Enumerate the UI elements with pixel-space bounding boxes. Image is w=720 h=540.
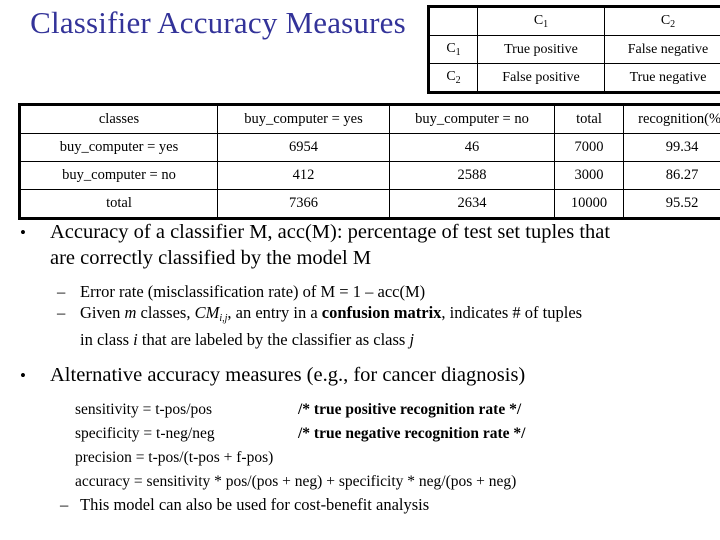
math-var-m: m xyxy=(124,303,137,322)
sub-bullet-text-part-c: , an entry in a xyxy=(227,303,322,322)
formula-expression: accuracy = sensitivity * pos/(pos + neg)… xyxy=(75,472,517,490)
sub-bullet-cost-benefit: – This model can also be used for cost-b… xyxy=(0,494,720,515)
formula-specificity: specificity = t-neg/neg /* true negative… xyxy=(0,422,720,446)
dash-marker-icon: – xyxy=(60,494,69,514)
formula-accuracy: accuracy = sensitivity * pos/(pos + neg)… xyxy=(0,470,720,494)
cell-value: 6954 xyxy=(217,133,390,162)
cm-cell-false-positive: False positive xyxy=(477,63,605,93)
cm-cell-false-negative: False negative xyxy=(604,35,720,64)
formula-sensitivity: sensitivity = t-pos/pos /* true positive… xyxy=(0,398,720,422)
cm-row-header-c2: C2 xyxy=(428,63,478,93)
cell-value: 412 xyxy=(217,161,390,190)
cell-value: 7366 xyxy=(217,189,390,219)
dash-marker-icon: – xyxy=(57,303,66,322)
cm-cell-true-negative: True negative xyxy=(604,63,720,93)
sub-bullet-confusion-matrix: – Given m classes, CMi,j, an entry in a … xyxy=(0,302,720,329)
formula-precision: precision = t-pos/(t-pos + f-pos) xyxy=(0,446,720,470)
cell-value: 2634 xyxy=(389,189,555,219)
cell-value: 95.52 xyxy=(623,189,720,219)
sub-bullet-text-part-d: , indicates # of tuples xyxy=(441,303,583,322)
formula-comment: /* true positive recognition rate */ xyxy=(298,400,522,418)
math-var-j: j xyxy=(409,329,415,349)
table-row: C1 True positive False negative xyxy=(428,35,720,64)
slide-body: • Accuracy of a classifier M, acc(M): pe… xyxy=(0,220,720,515)
cm-col-header-c2: C2 xyxy=(604,6,720,36)
bullet-accuracy-definition: • Accuracy of a classifier M, acc(M): pe… xyxy=(0,220,720,245)
cell-value: 99.34 xyxy=(623,133,720,162)
bullet-accuracy-definition-cont: are correctly classified by the model M xyxy=(0,246,720,271)
formula-expression: precision = t-pos/(t-pos + f-pos) xyxy=(75,448,274,466)
col-header-recognition: recognition(%) xyxy=(623,104,720,134)
accuracy-results-table: classes buy_computer = yes buy_computer … xyxy=(18,103,720,220)
formula-comment: /* true negative recognition rate */ xyxy=(298,424,526,442)
cell-row-label: buy_computer = yes xyxy=(19,133,218,162)
col-header-total: total xyxy=(554,104,624,134)
bullet-alternative-measures: • Alternative accuracy measures (e.g., f… xyxy=(0,363,720,388)
bullet-marker-icon: • xyxy=(20,365,26,385)
table-row: total 7366 2634 10000 95.52 xyxy=(19,189,720,219)
bullet-text-line-1: Accuracy of a classifier M, acc(M): perc… xyxy=(50,221,611,243)
confusion-matrix-table: C1 C2 C1 True positive False negative C2… xyxy=(427,5,720,94)
formula-expression: sensitivity = t-pos/pos xyxy=(75,400,213,418)
sub-bullet-text-part-e: in class xyxy=(80,329,134,349)
emphasis-confusion-matrix: confusion matrix xyxy=(321,303,442,322)
cell-value: 3000 xyxy=(554,161,624,190)
cell-row-label: buy_computer = no xyxy=(19,161,218,190)
cell-value: 86.27 xyxy=(623,161,720,190)
sub-bullet-text-part-b: classes, xyxy=(136,303,195,322)
table-row: C1 C2 xyxy=(428,6,720,36)
table-header-row: classes buy_computer = yes buy_computer … xyxy=(19,104,720,134)
cell-value: 10000 xyxy=(554,189,624,219)
col-header-classes: classes xyxy=(19,104,218,134)
cell-row-label: total xyxy=(19,189,218,219)
table-row: buy_computer = no 412 2588 3000 86.27 xyxy=(19,161,720,190)
sub-bullet-text: Error rate (misclassification rate) of M… xyxy=(80,282,426,301)
sub-bullet-error-rate: – Error rate (misclassification rate) of… xyxy=(0,281,720,302)
sub-bullet-text-part-a: Given xyxy=(80,303,125,322)
math-var-cm: CM xyxy=(194,303,220,322)
formula-expression: specificity = t-neg/neg xyxy=(75,424,215,442)
dash-marker-icon: – xyxy=(57,282,66,301)
bullet-marker-icon: • xyxy=(20,223,26,242)
cm-col-header-c1: C1 xyxy=(477,6,605,36)
sub-bullet-confusion-matrix-cont: in class i that are labeled by the class… xyxy=(0,329,720,350)
cell-value: 7000 xyxy=(554,133,624,162)
cm-row-header-c1: C1 xyxy=(428,35,478,64)
page-title: Classifier Accuracy Measures xyxy=(30,5,406,40)
cell-value: 46 xyxy=(389,133,555,162)
table-row: C2 False positive True negative xyxy=(428,63,720,93)
cell-value: 2588 xyxy=(389,161,555,190)
bullet-text: Alternative accuracy measures (e.g., for… xyxy=(50,363,526,386)
col-header-buy-no: buy_computer = no xyxy=(389,104,555,134)
bullet-text-line-2: are correctly classified by the model M xyxy=(50,247,372,269)
cm-corner-cell xyxy=(428,6,478,36)
sub-bullet-text: This model can also be used for cost-ben… xyxy=(80,494,430,514)
col-header-buy-yes: buy_computer = yes xyxy=(217,104,390,134)
table-row: buy_computer = yes 6954 46 7000 99.34 xyxy=(19,133,720,162)
cm-cell-true-positive: True positive xyxy=(477,35,605,64)
sub-bullet-text-part-f: that are labeled by the classifier as cl… xyxy=(137,329,410,349)
